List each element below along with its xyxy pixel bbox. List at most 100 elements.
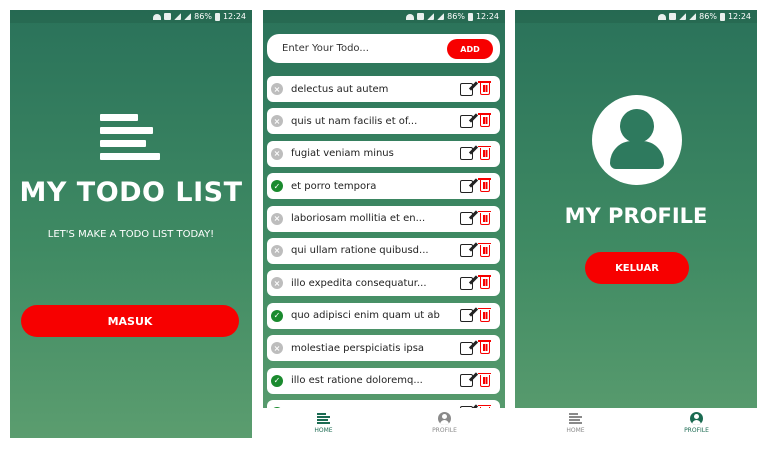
battery-percent: 86% [699, 12, 717, 21]
check-circle-icon[interactable]: ✓ [271, 180, 283, 193]
trash-icon[interactable] [478, 81, 491, 95]
x-circle-icon[interactable]: × [271, 212, 283, 225]
battery-percent: 86% [194, 12, 212, 21]
edit-icon[interactable] [460, 244, 473, 258]
edit-icon[interactable] [460, 212, 473, 226]
status-bar: 86% 12:24 [263, 10, 505, 23]
battery-icon [719, 12, 725, 21]
clock: 12:24 [222, 12, 246, 21]
logout-button[interactable]: KELUAR [585, 252, 689, 284]
bottom-nav: HOME PROFILE [515, 408, 757, 438]
check-circle-icon[interactable]: ✓ [271, 309, 283, 322]
todo-item[interactable]: × qui ullam ratione quibusd... [267, 237, 500, 264]
edit-icon[interactable] [460, 179, 473, 193]
signal-icon [689, 13, 697, 20]
todo-text: qui ullam ratione quibusd... [291, 245, 429, 257]
battery-icon [467, 12, 473, 21]
login-button[interactable]: MASUK [21, 305, 239, 337]
todo-text: et porro tempora [291, 180, 377, 192]
signal-icon [174, 13, 182, 20]
clock: 12:24 [475, 12, 499, 21]
wifi-icon [153, 13, 162, 20]
signal-icon [427, 13, 435, 20]
todo-item[interactable]: × laboriosam mollitia et en... [267, 205, 500, 232]
x-circle-icon[interactable]: × [271, 277, 283, 290]
todo-item[interactable]: ✓ quo adipisci enim quam ut ab [267, 302, 500, 329]
profile-icon [438, 412, 451, 425]
edit-icon[interactable] [460, 276, 473, 290]
nav-profile[interactable]: PROFILE [384, 408, 505, 438]
login-screen: 86% 12:24 MY TODO LIST LET'S MAKE A TODO… [10, 10, 252, 438]
list-icon [317, 412, 330, 425]
x-circle-icon[interactable]: × [271, 244, 283, 257]
todo-item[interactable]: × illo expedita consequatur... [267, 270, 500, 297]
trash-icon[interactable] [478, 178, 491, 193]
trash-icon[interactable] [478, 113, 491, 128]
profile-screen: 86% 12:24 MY PROFILE KELUAR HOME PROFILE [515, 10, 757, 438]
todo-screen: 86% 12:24 Enter Your Todo... ADD × delect… [263, 10, 505, 438]
todo-text: delectus aut autem [291, 83, 389, 95]
todo-item[interactable]: × quis ut nam facilis et of... [267, 108, 500, 135]
edit-icon[interactable] [460, 309, 473, 323]
trash-icon[interactable] [478, 210, 491, 225]
list-icon [569, 412, 582, 425]
nav-profile-label: PROFILE [432, 427, 457, 434]
nav-home-label: HOME [314, 426, 333, 434]
status-bar: 86% 12:24 [10, 10, 252, 23]
trash-icon[interactable] [478, 307, 491, 322]
todo-item[interactable]: ✓ illo est ratione doloremq... [267, 367, 500, 394]
signal-icon [437, 13, 445, 20]
x-circle-icon[interactable]: × [271, 115, 283, 128]
edit-icon[interactable] [460, 341, 473, 355]
todo-item[interactable]: ✓ et porro tempora [267, 173, 500, 200]
edit-icon[interactable] [460, 82, 473, 96]
trash-icon[interactable] [478, 372, 491, 387]
edit-icon[interactable] [460, 114, 473, 128]
sim-icon [669, 13, 677, 20]
profile-icon [690, 412, 703, 425]
trash-icon[interactable] [478, 145, 491, 160]
trash-icon[interactable] [478, 340, 491, 355]
todo-text: fugiat veniam minus [291, 148, 394, 160]
check-circle-icon[interactable]: ✓ [271, 374, 283, 387]
todo-input-placeholder: Enter Your Todo... [282, 43, 369, 54]
wifi-icon [406, 13, 415, 20]
nav-profile[interactable]: PROFILE [636, 408, 757, 438]
sim-icon [164, 13, 172, 20]
bottom-nav: HOME PROFILE [263, 408, 505, 438]
nav-profile-label: PROFILE [684, 427, 709, 434]
add-button[interactable]: ADD [447, 39, 493, 59]
todo-text: laboriosam mollitia et en... [291, 213, 426, 225]
todo-text: illo expedita consequatur... [291, 277, 427, 289]
todo-item[interactable]: × fugiat veniam minus [267, 140, 500, 167]
x-circle-icon[interactable]: × [271, 342, 283, 355]
edit-icon[interactable] [460, 147, 473, 161]
todo-text: quo adipisci enim quam ut ab [291, 310, 440, 322]
sim-icon [417, 13, 425, 20]
todo-text: illo est ratione doloremq... [291, 375, 423, 387]
signal-icon [184, 13, 192, 20]
todo-text: molestiae perspiciatis ipsa [291, 342, 425, 354]
nav-home[interactable]: HOME [515, 408, 636, 438]
trash-icon[interactable] [478, 242, 491, 257]
battery-percent: 86% [447, 12, 465, 21]
battery-icon [214, 12, 220, 21]
todo-list: × delectus aut autem × quis ut nam facilis … [267, 76, 500, 432]
signal-icon [679, 13, 687, 20]
app-subtitle: LET'S MAKE A TODO LIST TODAY! [47, 229, 215, 240]
nav-home[interactable]: HOME [263, 408, 384, 438]
trash-icon[interactable] [478, 275, 491, 290]
todo-item[interactable]: × delectus aut autem [267, 76, 500, 102]
app-title: MY TODO LIST [19, 177, 243, 208]
edit-icon[interactable] [460, 374, 473, 388]
wifi-icon [658, 13, 667, 20]
avatar-icon [592, 95, 682, 185]
x-circle-icon[interactable]: × [271, 147, 283, 160]
todo-item[interactable]: × molestiae perspiciatis ipsa [267, 335, 500, 362]
status-bar: 86% 12:24 [515, 10, 757, 23]
nav-home-label: HOME [566, 426, 585, 434]
x-circle-icon[interactable]: × [271, 83, 283, 95]
todo-text: quis ut nam facilis et of... [291, 115, 418, 127]
clock: 12:24 [727, 12, 751, 21]
todo-list-icon [100, 114, 160, 162]
